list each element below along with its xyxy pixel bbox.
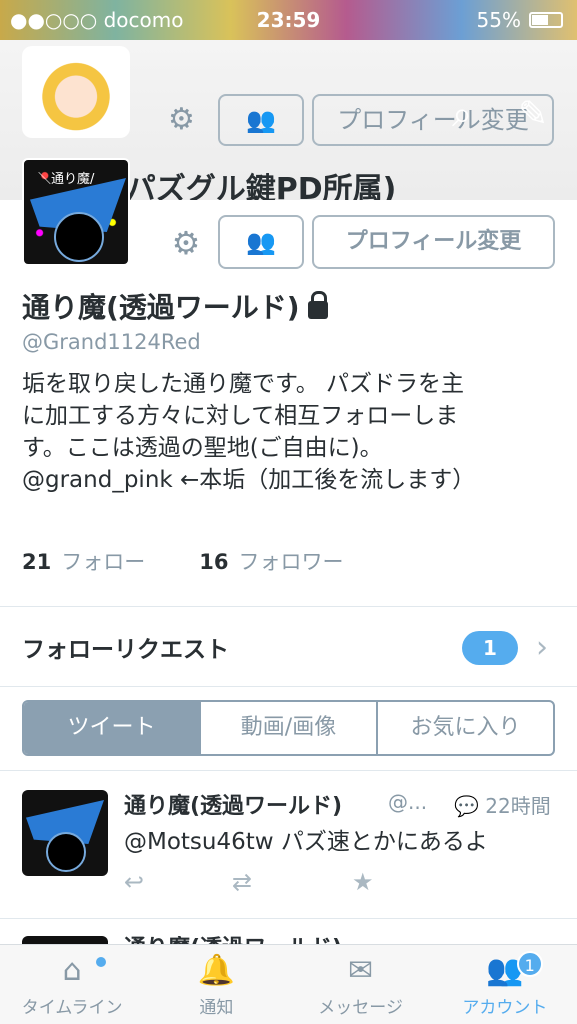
settings-gear-button[interactable]: ⚙: [166, 224, 206, 262]
segment-tweets[interactable]: ツイート: [24, 702, 199, 754]
following-count: 21: [22, 550, 52, 574]
segment-media[interactable]: 動画/画像: [199, 702, 376, 754]
tweet-text: @Motsu46tw パズ速とかにあるよ: [124, 829, 488, 855]
compose-icon[interactable]: ✎: [518, 94, 548, 135]
followers-label: フォロワー: [238, 550, 344, 574]
avatar-text: ＼通り魔/: [38, 172, 95, 187]
lock-icon: [307, 291, 328, 319]
home-icon: ⌂: [62, 953, 82, 988]
profile-name-row: 通り魔(透過ワールド): [22, 286, 328, 326]
tab-timeline[interactable]: ⌂ タイムライン: [0, 945, 144, 1024]
status-bar: ●●○○○ docomo 23:59 55%: [0, 0, 577, 40]
tab-label: タイムライン: [21, 998, 123, 1018]
profile-handle: @Grand1124Red: [22, 330, 201, 354]
bio-line: す。ここは透過の聖地(ご自由に)。: [22, 435, 383, 461]
search-icon[interactable]: ⌕: [452, 94, 472, 136]
bio-line[interactable]: @grand_pink ←本垢（加工後を流します）: [22, 464, 552, 496]
battery-percent: 55%: [476, 8, 521, 32]
tab-label: アカウント: [462, 998, 548, 1018]
tab-label: メッセージ: [318, 998, 403, 1018]
profile-avatar[interactable]: ＼通り魔/: [22, 158, 130, 266]
profile-name: 通り魔(透過ワールド): [22, 291, 300, 324]
divider: [0, 770, 577, 771]
tweet-time: 💬 22時間: [454, 790, 551, 819]
bio-line: に加工する方々に対して相互フォローしま: [22, 403, 459, 429]
tweet-time-label: 22時間: [485, 794, 551, 818]
bell-icon: 🔔: [197, 953, 236, 988]
tab-label: 通知: [199, 998, 234, 1018]
segment-favorites[interactable]: お気に入り: [376, 702, 553, 754]
tab-account[interactable]: 👥 1 アカウント: [433, 945, 577, 1024]
lists-button[interactable]: 👥: [218, 215, 304, 269]
tab-notifications[interactable]: 🔔 通知: [144, 945, 288, 1024]
favorite-star-icon[interactable]: ★: [352, 868, 374, 896]
retweet-icon[interactable]: ⇄: [232, 868, 252, 896]
following-count-link[interactable]: 21 フォロー: [22, 546, 145, 576]
follow-request-badge: 1: [462, 631, 518, 665]
header-avatar-image: [22, 46, 130, 138]
following-label: フォロー: [61, 550, 146, 574]
unread-dot: [96, 957, 106, 967]
divider: [0, 606, 577, 607]
reply-icon[interactable]: ↩: [124, 868, 144, 896]
bio-line: 垢を取り戻した通り魔です。 パズドラを主: [22, 371, 465, 397]
tweet-author-name: 通り魔(透過ワールド): [124, 794, 343, 819]
people-icon: 👥: [246, 228, 276, 256]
account-badge: 1: [516, 951, 543, 977]
edit-profile-button[interactable]: プロフィール変更: [312, 215, 555, 269]
tweet-author-handle: @...: [388, 790, 428, 814]
envelope-icon: ✉: [348, 953, 374, 988]
followers-count-link[interactable]: 16 フォロワー: [199, 546, 343, 576]
gear-icon[interactable]: ⚙: [168, 102, 195, 137]
timeline-segmented-control: ツイート 動画/画像 お気に入り: [22, 700, 555, 756]
follow-request-label[interactable]: フォローリクエスト: [22, 630, 229, 664]
status-right: 55%: [477, 8, 563, 32]
tweet-avatar[interactable]: [22, 790, 108, 876]
people-icon[interactable]: 👥: [218, 94, 304, 146]
reply-bubble-icon: 💬: [454, 794, 479, 818]
divider: [0, 918, 577, 919]
chevron-right-icon[interactable]: ›: [536, 630, 548, 665]
battery-icon: [529, 12, 563, 28]
people-icon: 👥: [486, 953, 524, 988]
divider: [0, 686, 577, 687]
follow-counts: 21 フォロー 16 フォロワー: [22, 546, 343, 576]
tab-bar: ⌂ タイムライン 🔔 通知 ✉ メッセージ 👥 1 アカウント: [0, 944, 577, 1024]
profile-bio: 垢を取り戻した通り魔です。 パズドラを主 に加工する方々に対して相互フォローしま…: [22, 368, 552, 496]
followers-count: 16: [199, 550, 229, 574]
tab-messages[interactable]: ✉ メッセージ: [289, 945, 433, 1024]
